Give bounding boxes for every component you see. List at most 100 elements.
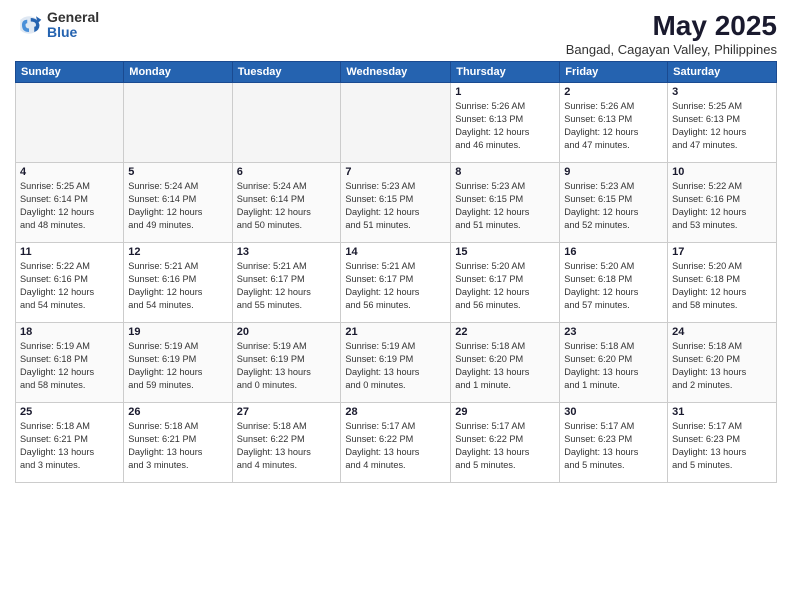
calendar-cell: 26Sunrise: 5:18 AMSunset: 6:21 PMDayligh… — [124, 403, 232, 483]
weekday-header-saturday: Saturday — [668, 62, 777, 83]
weekday-header-friday: Friday — [560, 62, 668, 83]
day-info: Sunrise: 5:17 AMSunset: 6:22 PMDaylight:… — [455, 420, 555, 472]
calendar-cell: 27 Sunrise: 5:18 AMSunset: 6:22 PMDayligh… — [232, 403, 341, 483]
day-number: 23 — [564, 326, 663, 338]
calendar-cell: 9 Sunrise: 5:23 AMSunset: 6:15 PMDaylight… — [560, 163, 668, 243]
logo: General Blue — [15, 10, 99, 41]
weekday-header-sunday: Sunday — [16, 62, 124, 83]
day-number: 2 — [564, 86, 663, 98]
calendar-cell: 28 Sunrise: 5:17 AMSunset: 6:22 PMDayligh… — [341, 403, 451, 483]
logo-blue-text: Blue — [47, 25, 99, 40]
day-info: Sunrise: 5:19 AMSunset: 6:19 PMDaylight:… — [345, 340, 446, 392]
weekday-header-thursday: Thursday — [451, 62, 560, 83]
day-info: Sunrise: 5:18 AMSunset: 6:20 PMDaylight:… — [672, 340, 772, 392]
title-block: May 2025 Bangad, Cagayan Valley, Philipp… — [566, 10, 777, 57]
day-number: 27 — [237, 406, 337, 418]
day-info: Sunrise: 5:18 AMSunset: 6:20 PMDaylight:… — [455, 340, 555, 392]
day-number: 18 — [20, 326, 119, 338]
calendar-cell: 25 Sunrise: 5:18 AMSunset: 6:21 PMDayligh… — [16, 403, 124, 483]
weekday-header-row: SundayMondayTuesdayWednesdayThursdayFrid… — [16, 62, 777, 83]
week-row-2: 4Sunrise: 5:25 AMSunset: 6:14 PMDaylight… — [16, 163, 777, 243]
calendar-cell: 16 Sunrise: 5:20 AMSunset: 6:18 PMDayligh… — [560, 243, 668, 323]
day-info: Sunrise: 5:26 AMSunset: 6:13 PMDaylight:… — [564, 100, 663, 152]
day-number: 3 — [672, 86, 772, 98]
day-info: Sunrise: 5:22 AMSunset: 6:16 PMDaylight:… — [20, 260, 119, 312]
logo-icon — [15, 11, 43, 39]
day-info: Sunrise: 5:17 AMSunset: 6:22 PMDaylight:… — [345, 420, 446, 472]
weekday-header-monday: Monday — [124, 62, 232, 83]
calendar-cell: 20 Sunrise: 5:19 AMSunset: 6:19 PMDayligh… — [232, 323, 341, 403]
day-number: 11 — [20, 246, 119, 258]
calendar-cell — [232, 83, 341, 163]
day-info: Sunrise: 5:24 AMSunset: 6:14 PMDaylight:… — [237, 180, 337, 232]
week-row-1: 1Sunrise: 5:26 AMSunset: 6:13 PMDaylight… — [16, 83, 777, 163]
calendar-cell: 24 Sunrise: 5:18 AMSunset: 6:20 PMDayligh… — [668, 323, 777, 403]
day-info: Sunrise: 5:21 AMSunset: 6:16 PMDaylight:… — [128, 260, 227, 312]
calendar-cell: 8 Sunrise: 5:23 AMSunset: 6:15 PMDaylight… — [451, 163, 560, 243]
weekday-header-wednesday: Wednesday — [341, 62, 451, 83]
calendar-cell: 4Sunrise: 5:25 AMSunset: 6:14 PMDaylight… — [16, 163, 124, 243]
weekday-header-tuesday: Tuesday — [232, 62, 341, 83]
day-number: 20 — [237, 326, 337, 338]
calendar-cell: 12 Sunrise: 5:21 AMSunset: 6:16 PMDayligh… — [124, 243, 232, 323]
day-info: Sunrise: 5:25 AMSunset: 6:13 PMDaylight:… — [672, 100, 772, 152]
day-number: 12 — [128, 246, 227, 258]
subtitle: Bangad, Cagayan Valley, Philippines — [566, 42, 777, 57]
day-info: Sunrise: 5:20 AMSunset: 6:18 PMDaylight:… — [672, 260, 772, 312]
calendar-cell: 19Sunrise: 5:19 AMSunset: 6:19 PMDayligh… — [124, 323, 232, 403]
day-info: Sunrise: 5:18 AMSunset: 6:22 PMDaylight:… — [237, 420, 337, 472]
calendar-cell: 31 Sunrise: 5:17 AMSunset: 6:23 PMDayligh… — [668, 403, 777, 483]
day-number: 19 — [128, 326, 227, 338]
day-number: 5 — [128, 166, 227, 178]
day-info: Sunrise: 5:20 AMSunset: 6:17 PMDaylight:… — [455, 260, 555, 312]
day-info: Sunrise: 5:26 AMSunset: 6:13 PMDaylight:… — [455, 100, 555, 152]
day-number: 16 — [564, 246, 663, 258]
calendar-cell: 18Sunrise: 5:19 AMSunset: 6:18 PMDayligh… — [16, 323, 124, 403]
header: General Blue May 2025 Bangad, Cagayan Va… — [15, 10, 777, 57]
day-number: 6 — [237, 166, 337, 178]
calendar-cell: 22Sunrise: 5:18 AMSunset: 6:20 PMDayligh… — [451, 323, 560, 403]
day-number: 21 — [345, 326, 446, 338]
calendar-cell: 23 Sunrise: 5:18 AMSunset: 6:20 PMDayligh… — [560, 323, 668, 403]
day-info: Sunrise: 5:17 AMSunset: 6:23 PMDaylight:… — [672, 420, 772, 472]
calendar-cell: 10Sunrise: 5:22 AMSunset: 6:16 PMDayligh… — [668, 163, 777, 243]
calendar-cell: 6 Sunrise: 5:24 AMSunset: 6:14 PMDaylight… — [232, 163, 341, 243]
day-info: Sunrise: 5:21 AMSunset: 6:17 PMDaylight:… — [345, 260, 446, 312]
day-info: Sunrise: 5:23 AMSunset: 6:15 PMDaylight:… — [564, 180, 663, 232]
main-title: May 2025 — [566, 10, 777, 42]
day-number: 31 — [672, 406, 772, 418]
day-info: Sunrise: 5:20 AMSunset: 6:18 PMDaylight:… — [564, 260, 663, 312]
day-number: 8 — [455, 166, 555, 178]
day-number: 30 — [564, 406, 663, 418]
day-info: Sunrise: 5:18 AMSunset: 6:20 PMDaylight:… — [564, 340, 663, 392]
calendar-cell: 2 Sunrise: 5:26 AMSunset: 6:13 PMDaylight… — [560, 83, 668, 163]
day-info: Sunrise: 5:18 AMSunset: 6:21 PMDaylight:… — [20, 420, 119, 472]
day-number: 9 — [564, 166, 663, 178]
calendar-table: SundayMondayTuesdayWednesdayThursdayFrid… — [15, 61, 777, 483]
calendar-cell: 13Sunrise: 5:21 AMSunset: 6:17 PMDayligh… — [232, 243, 341, 323]
calendar-cell: 29Sunrise: 5:17 AMSunset: 6:22 PMDayligh… — [451, 403, 560, 483]
day-info: Sunrise: 5:25 AMSunset: 6:14 PMDaylight:… — [20, 180, 119, 232]
calendar-cell: 3 Sunrise: 5:25 AMSunset: 6:13 PMDaylight… — [668, 83, 777, 163]
day-info: Sunrise: 5:23 AMSunset: 6:15 PMDaylight:… — [455, 180, 555, 232]
day-number: 7 — [345, 166, 446, 178]
calendar-cell: 11 Sunrise: 5:22 AMSunset: 6:16 PMDayligh… — [16, 243, 124, 323]
day-number: 10 — [672, 166, 772, 178]
calendar-cell: 17 Sunrise: 5:20 AMSunset: 6:18 PMDayligh… — [668, 243, 777, 323]
day-info: Sunrise: 5:23 AMSunset: 6:15 PMDaylight:… — [345, 180, 446, 232]
day-number: 25 — [20, 406, 119, 418]
calendar-cell — [341, 83, 451, 163]
day-number: 24 — [672, 326, 772, 338]
calendar-cell: 5Sunrise: 5:24 AMSunset: 6:14 PMDaylight… — [124, 163, 232, 243]
calendar-cell — [16, 83, 124, 163]
day-info: Sunrise: 5:21 AMSunset: 6:17 PMDaylight:… — [237, 260, 337, 312]
day-info: Sunrise: 5:17 AMSunset: 6:23 PMDaylight:… — [564, 420, 663, 472]
day-info: Sunrise: 5:18 AMSunset: 6:21 PMDaylight:… — [128, 420, 227, 472]
day-info: Sunrise: 5:19 AMSunset: 6:19 PMDaylight:… — [237, 340, 337, 392]
day-number: 28 — [345, 406, 446, 418]
calendar-cell: 14 Sunrise: 5:21 AMSunset: 6:17 PMDayligh… — [341, 243, 451, 323]
calendar-cell: 21 Sunrise: 5:19 AMSunset: 6:19 PMDayligh… — [341, 323, 451, 403]
day-number: 17 — [672, 246, 772, 258]
day-number: 14 — [345, 246, 446, 258]
page: General Blue May 2025 Bangad, Cagayan Va… — [0, 0, 792, 612]
